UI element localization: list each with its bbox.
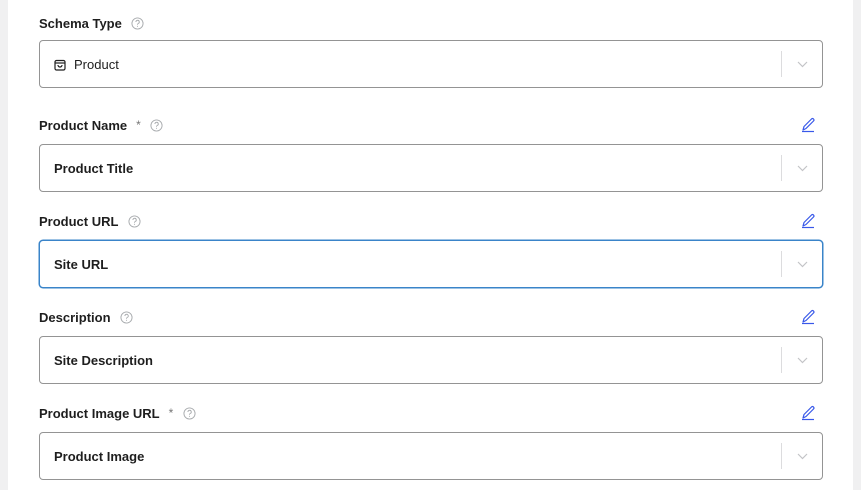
pencil-icon[interactable] (799, 212, 817, 230)
product-name-field: Product Name * Product Title (39, 115, 823, 192)
pencil-icon[interactable] (799, 308, 817, 326)
required-asterisk: * (168, 406, 174, 420)
description-select[interactable]: Site Description (39, 336, 823, 384)
product-url-select[interactable]: Site URL (39, 240, 823, 288)
question-circle-icon[interactable] (127, 214, 141, 228)
product-name-select[interactable]: Product Title (39, 144, 823, 192)
question-circle-icon[interactable] (131, 16, 145, 30)
product-name-value: Product Title (54, 160, 134, 176)
product-image-url-label-row: Product Image URL * (39, 403, 823, 423)
chevron-down-icon[interactable] (782, 41, 822, 87)
shopping-bag-icon (54, 58, 66, 71)
chevron-down-icon[interactable] (782, 145, 822, 191)
question-circle-icon[interactable] (182, 406, 196, 420)
question-circle-icon[interactable] (120, 310, 134, 324)
pencil-icon[interactable] (799, 404, 817, 422)
product-image-url-field: Product Image URL * Product Image (39, 403, 823, 480)
product-url-field: Product URL Site URL (39, 211, 823, 288)
product-image-url-select[interactable]: Product Image (39, 432, 823, 480)
product-url-value: Site URL (54, 256, 109, 272)
product-url-label: Product URL (39, 213, 119, 229)
schema-settings-panel: Schema Type Product Product Name * Produ… (8, 0, 853, 490)
chevron-down-icon[interactable] (782, 337, 822, 383)
description-value: Site Description (54, 352, 153, 368)
schema-type-value-text: Product (74, 56, 119, 72)
schema-type-field: Schema Type Product (39, 13, 823, 88)
description-field: Description Site Description (39, 307, 823, 384)
product-url-label-row: Product URL (39, 211, 823, 231)
chevron-down-icon[interactable] (782, 241, 822, 287)
schema-type-select[interactable]: Product (39, 40, 823, 88)
description-label-row: Description (39, 307, 823, 327)
schema-type-value: Product (40, 57, 781, 72)
chevron-down-icon[interactable] (782, 433, 822, 479)
product-image-url-value: Product Image (54, 448, 145, 464)
schema-type-label: Schema Type (39, 15, 122, 31)
product-name-label: Product Name (39, 117, 128, 133)
product-name-label-row: Product Name * (39, 115, 823, 135)
question-circle-icon[interactable] (150, 118, 164, 132)
description-label: Description (39, 309, 111, 325)
required-asterisk: * (136, 118, 141, 132)
pencil-icon[interactable] (799, 116, 817, 134)
product-image-url-label: Product Image URL (39, 405, 160, 421)
schema-type-label-row: Schema Type (39, 13, 823, 33)
